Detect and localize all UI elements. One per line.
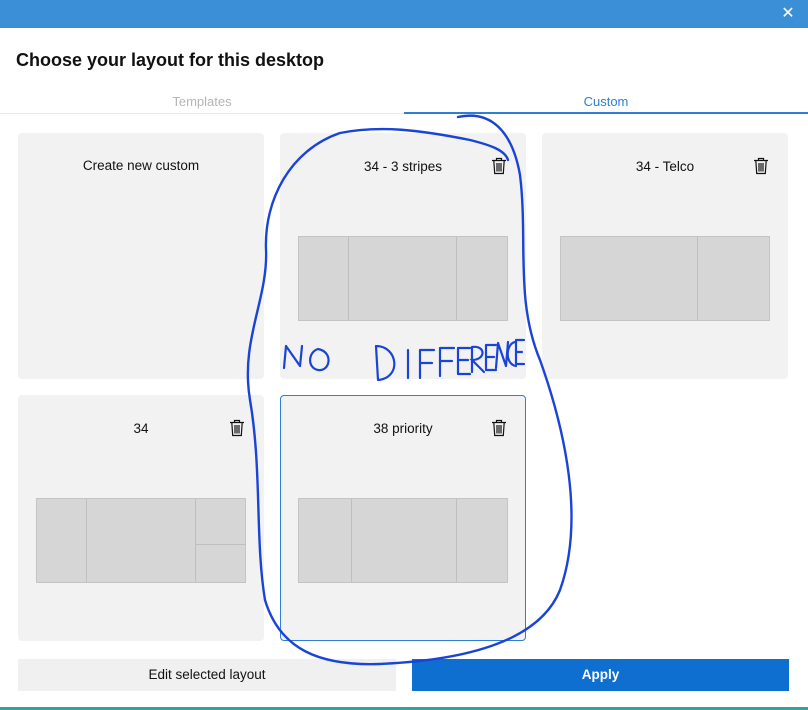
zone-divider xyxy=(86,499,87,582)
dialog-title: Choose your layout for this desktop xyxy=(16,50,325,70)
edit-selected-layout-button[interactable]: Edit selected layout xyxy=(18,659,396,691)
zone-divider xyxy=(456,237,457,320)
tab-divider xyxy=(0,113,404,114)
zone-divider xyxy=(697,237,698,320)
zone-divider xyxy=(348,237,349,320)
layout-card-title: 34 - 3 stripes xyxy=(363,159,443,174)
zone-divider xyxy=(195,544,246,545)
zone-divider xyxy=(456,499,457,582)
apply-button[interactable]: Apply xyxy=(412,659,789,691)
layout-card-34-telco[interactable]: 34 - Telco xyxy=(542,133,788,379)
title-bar: ✕ xyxy=(0,0,808,28)
tab-templates[interactable]: Templates xyxy=(0,94,404,114)
layout-card-title: 34 - Telco xyxy=(635,159,695,174)
tab-custom[interactable]: Custom xyxy=(404,94,808,114)
layout-preview xyxy=(298,498,508,583)
close-icon[interactable]: ✕ xyxy=(778,4,798,24)
layout-card-title: Create new custom xyxy=(82,158,200,173)
zone-divider xyxy=(351,499,352,582)
layout-card-create-new[interactable]: Create new custom xyxy=(18,133,264,379)
trash-icon[interactable] xyxy=(229,419,245,437)
layout-preview xyxy=(560,236,770,321)
layout-card-38-priority[interactable]: 38 priority xyxy=(280,395,526,641)
trash-icon[interactable] xyxy=(753,157,769,175)
layout-card-34[interactable]: 34 xyxy=(18,395,264,641)
layout-preview xyxy=(36,498,246,583)
tab-active-indicator xyxy=(404,112,808,114)
layout-card-title: 38 priority xyxy=(373,421,433,436)
layout-card-34-3-stripes[interactable]: 34 - 3 stripes xyxy=(280,133,526,379)
zone-divider xyxy=(195,499,196,582)
trash-icon[interactable] xyxy=(491,157,507,175)
layout-preview xyxy=(298,236,508,321)
trash-icon[interactable] xyxy=(491,419,507,437)
layout-card-title: 34 xyxy=(133,421,149,436)
